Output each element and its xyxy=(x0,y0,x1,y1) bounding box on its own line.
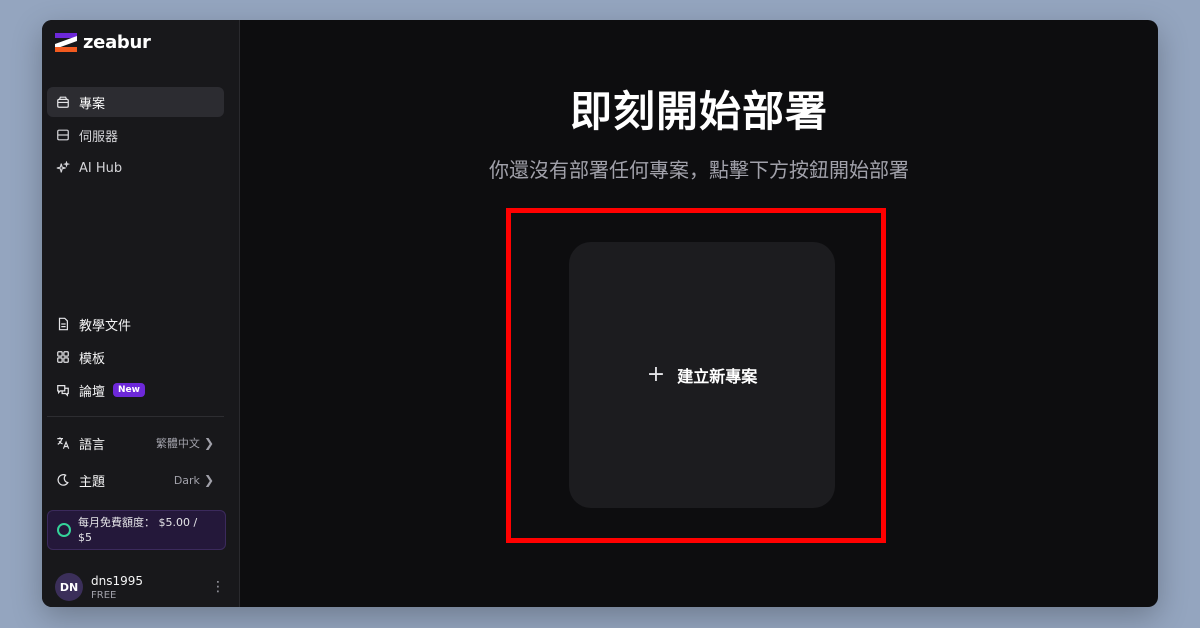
server-icon xyxy=(55,127,71,143)
sparkle-icon xyxy=(55,160,71,176)
sidebar-item-label: 教學文件 xyxy=(79,318,132,334)
more-options-icon[interactable]: ⋮ xyxy=(211,579,225,595)
page-subtitle: 你還沒有部署任何專案，點擊下方按鈕開始部署 xyxy=(489,158,909,182)
quota-line2: $5 xyxy=(78,531,92,544)
sidebar-item-label: 論壇 xyxy=(79,384,106,400)
language-value: 繁體中文 xyxy=(155,437,200,450)
app-window: zeabur 專案 伺服器 AI Hub 教學文件 模板 論壇 New 語言 繁… xyxy=(42,20,1158,607)
user-profile[interactable]: DN dns1995 FREE ⋮ xyxy=(55,570,225,604)
sidebar: zeabur 專案 伺服器 AI Hub 教學文件 模板 論壇 New 語言 繁… xyxy=(42,20,240,607)
sidebar-item-ai-hub[interactable]: AI Hub xyxy=(47,153,224,183)
page-title: 即刻開始部署 xyxy=(569,87,828,136)
quota-text: 每月免費額度： $5.00 / $5 xyxy=(78,515,197,545)
avatar: DN xyxy=(55,573,83,601)
folder-icon xyxy=(55,94,71,110)
sidebar-item-label: 模板 xyxy=(79,351,106,367)
sidebar-item-projects[interactable]: 專案 xyxy=(47,87,224,117)
zeabur-logo-icon xyxy=(55,32,77,53)
chat-icon xyxy=(55,382,71,398)
sidebar-item-label: AI Hub xyxy=(79,160,123,176)
language-label: 語言 xyxy=(79,437,106,453)
chevron-right-icon: ❯ xyxy=(203,473,214,487)
chevron-right-icon: ❯ xyxy=(203,436,214,450)
new-badge: New xyxy=(113,383,145,397)
plus-icon: + xyxy=(646,362,666,387)
theme-label: 主題 xyxy=(79,474,106,490)
translate-icon xyxy=(55,436,71,450)
grid-icon xyxy=(55,349,71,365)
quota-line1: 每月免費額度： $5.00 / xyxy=(78,516,198,529)
create-project-label: 建立新專案 xyxy=(677,367,758,386)
moon-icon xyxy=(55,473,71,487)
free-quota-card[interactable]: 每月免費額度： $5.00 / $5 xyxy=(47,510,226,550)
language-setting[interactable]: 語言 繁體中文 ❯ xyxy=(47,428,224,458)
user-plan: FREE xyxy=(91,589,117,601)
sidebar-item-forum[interactable]: 論壇 New xyxy=(47,375,224,405)
username: dns1995 xyxy=(91,573,144,588)
theme-setting[interactable]: 主題 Dark ❯ xyxy=(47,465,224,495)
sidebar-divider xyxy=(47,416,224,417)
theme-value: Dark xyxy=(173,473,200,487)
document-icon xyxy=(55,316,71,332)
sidebar-item-servers[interactable]: 伺服器 xyxy=(47,120,224,150)
create-project-button[interactable]: + 建立新專案 xyxy=(569,242,835,508)
user-info: dns1995 FREE xyxy=(91,574,143,601)
sidebar-item-label: 伺服器 xyxy=(79,129,119,145)
logo-text: zeabur xyxy=(83,32,151,53)
sidebar-item-label: 專案 xyxy=(79,96,106,112)
sidebar-item-docs[interactable]: 教學文件 xyxy=(47,309,224,339)
quota-ring-icon xyxy=(57,523,71,537)
sidebar-item-templates[interactable]: 模板 xyxy=(47,342,224,372)
logo[interactable]: zeabur xyxy=(55,32,151,53)
